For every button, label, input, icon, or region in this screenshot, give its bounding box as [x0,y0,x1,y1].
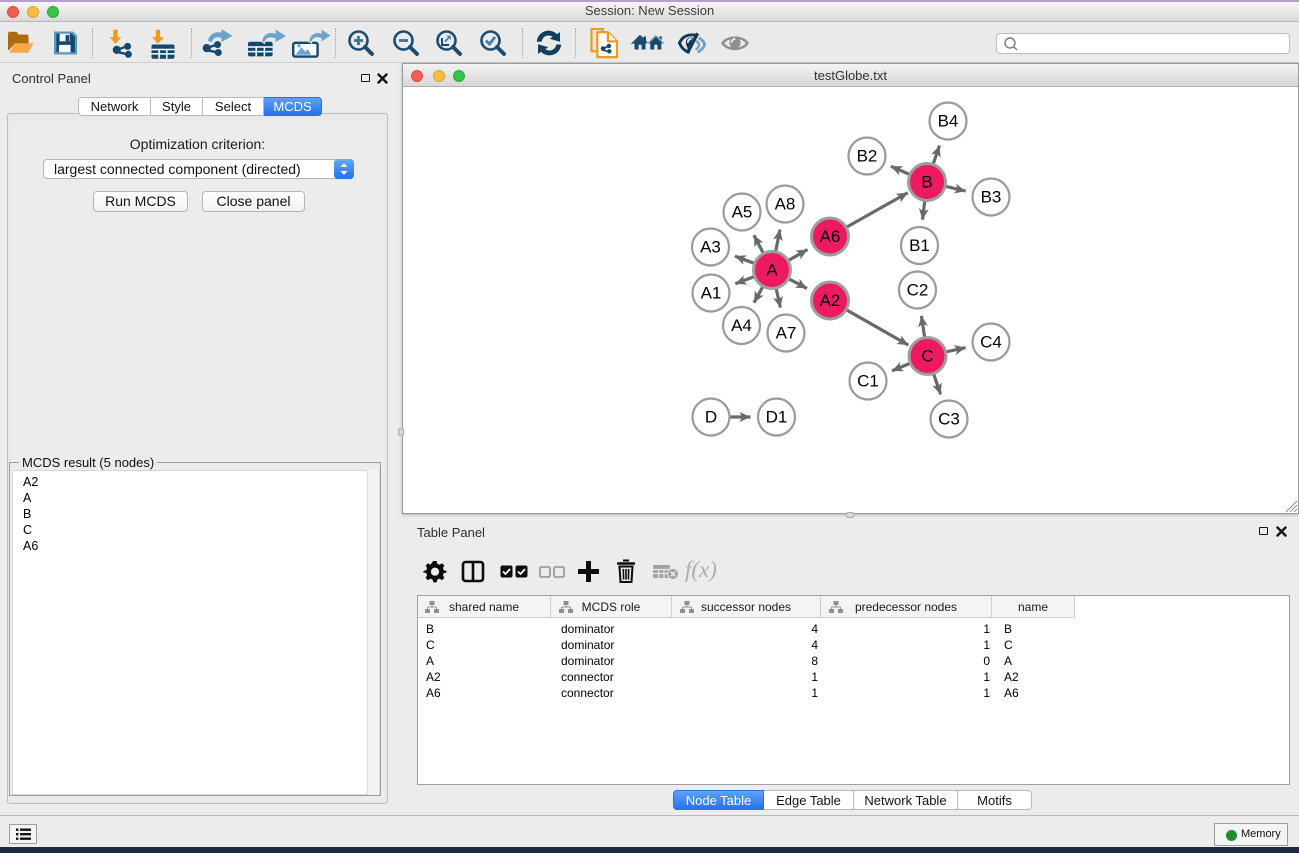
svg-text:A8: A8 [775,195,796,214]
svg-text:B1: B1 [909,236,930,255]
svg-text:C2: C2 [907,281,929,300]
svg-text:C3: C3 [938,410,960,429]
svg-text:D1: D1 [766,408,788,427]
svg-text:B: B [921,173,932,192]
svg-text:A4: A4 [731,316,752,335]
svg-text:D: D [705,408,717,427]
svg-text:A: A [766,261,778,280]
svg-text:B3: B3 [981,188,1002,207]
svg-text:A7: A7 [776,324,797,343]
svg-text:C1: C1 [857,372,879,391]
svg-text:C4: C4 [980,333,1002,352]
svg-text:B2: B2 [857,147,878,166]
svg-text:A2: A2 [820,291,841,310]
svg-text:B4: B4 [938,112,959,131]
svg-text:C: C [921,347,933,366]
svg-text:A1: A1 [701,284,722,303]
svg-text:A6: A6 [820,227,841,246]
svg-text:A3: A3 [700,238,721,257]
svg-text:A5: A5 [732,203,753,222]
